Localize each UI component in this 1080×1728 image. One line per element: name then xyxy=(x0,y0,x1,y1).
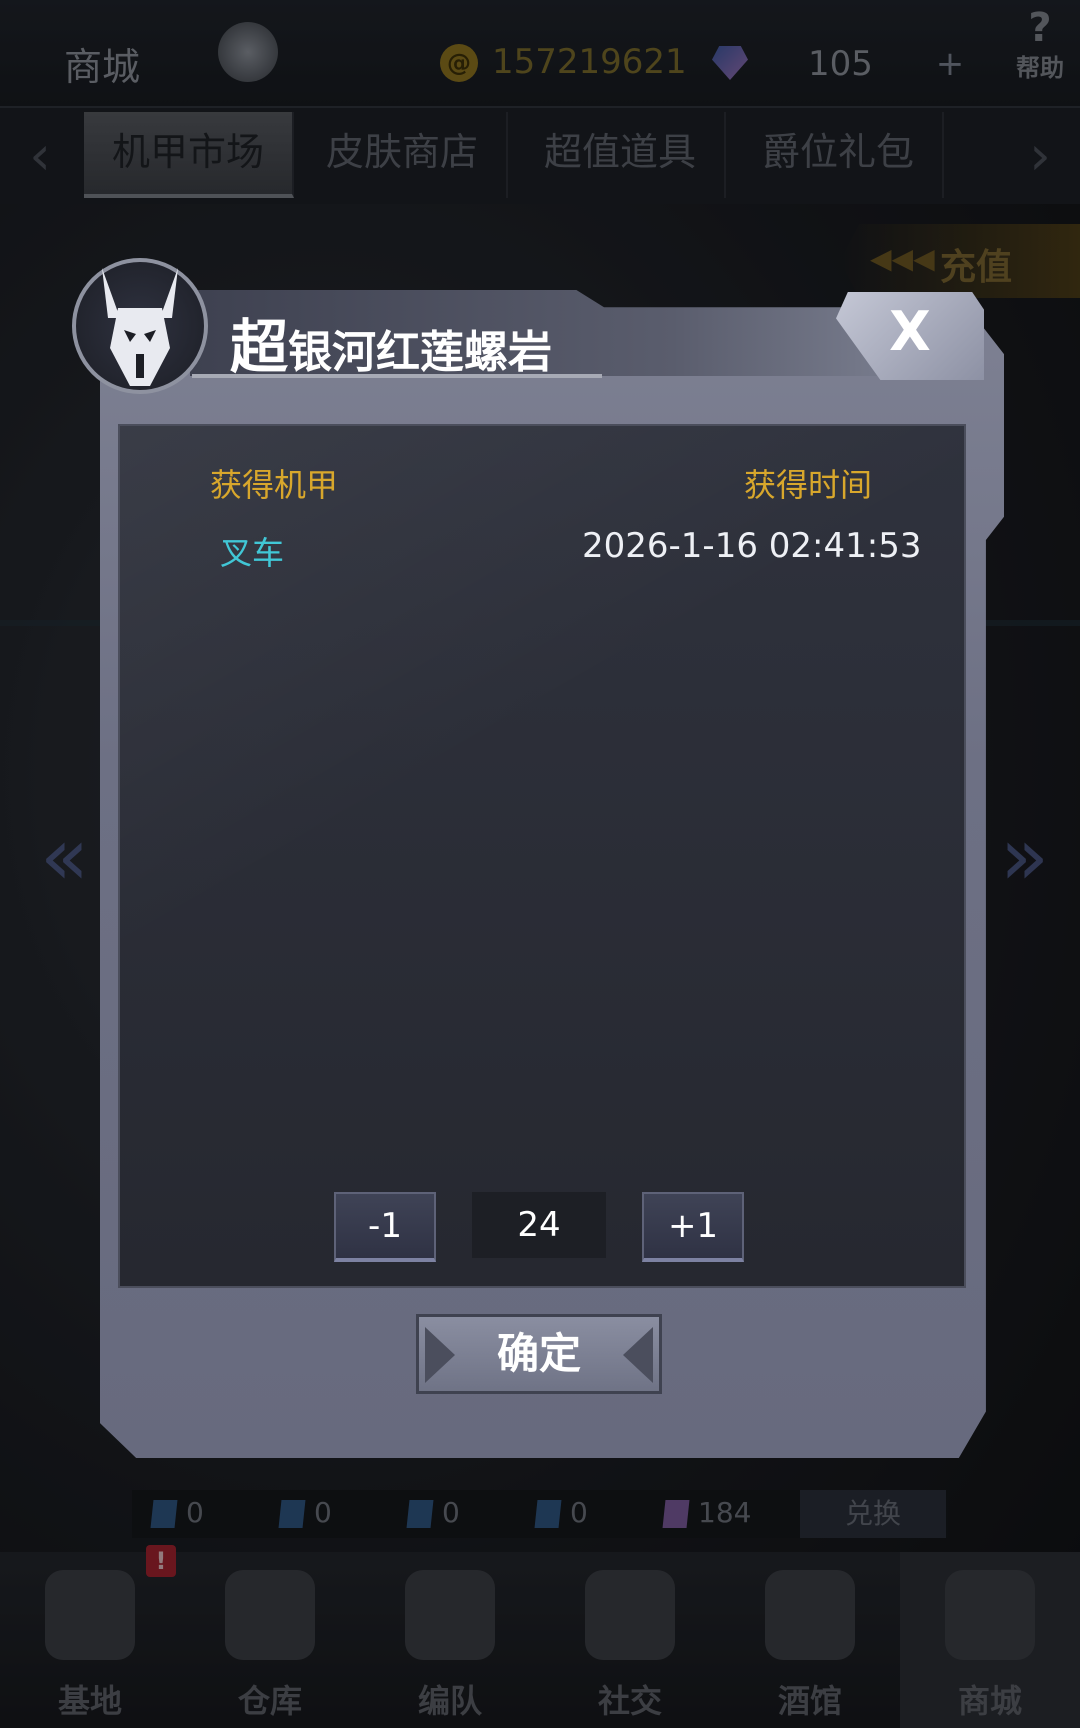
record-mech-name: 叉车 xyxy=(220,534,285,572)
confirm-button[interactable]: 确定 xyxy=(416,1314,662,1394)
record-time: 2026-1-16 02:41:53 xyxy=(582,526,922,566)
decrement-button[interactable]: -1 xyxy=(334,1192,436,1262)
column-header-time: 获得时间 xyxy=(744,466,873,504)
column-header-mech: 获得机甲 xyxy=(210,466,339,504)
increment-button[interactable]: +1 xyxy=(642,1192,744,1262)
title-mech-name: 银河红莲螺岩 xyxy=(288,327,553,378)
dialog-title: 超银河红莲螺岩 xyxy=(230,300,552,384)
mech-emblem-icon xyxy=(72,258,208,394)
title-prefix: 超 xyxy=(230,313,289,381)
page-number-field[interactable]: 24 xyxy=(472,1192,606,1258)
